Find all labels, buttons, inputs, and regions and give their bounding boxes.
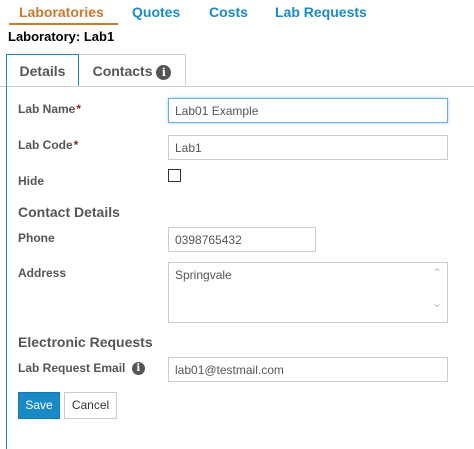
- lab-code-label: Lab Code*: [18, 138, 78, 152]
- phone-input[interactable]: [168, 227, 316, 252]
- lab-request-email-label-text: Lab Request Email: [18, 361, 126, 375]
- contact-details-heading: Contact Details: [18, 204, 120, 220]
- scroll-down-icon[interactable]: ⌄: [429, 296, 445, 310]
- tab-contacts-label: Contacts: [92, 63, 153, 79]
- nav-lab-requests[interactable]: Lab Requests: [275, 4, 367, 20]
- electronic-requests-heading: Electronic Requests: [18, 334, 153, 350]
- tab-details-label: Details: [19, 63, 66, 79]
- address-label: Address: [18, 266, 67, 280]
- active-nav-indicator: [9, 23, 118, 25]
- panel-border: [6, 86, 7, 449]
- cancel-button[interactable]: Cancel: [64, 392, 117, 419]
- page-title: Laboratory: Lab1: [8, 29, 115, 44]
- hide-checkbox[interactable]: [168, 169, 181, 182]
- address-scrollbar[interactable]: ⌃ ⌄: [429, 266, 445, 318]
- lab-request-email-label: Lab Request Email i: [18, 361, 145, 376]
- lab-name-label: Lab Name*: [18, 102, 81, 116]
- top-navigation: Laboratories Quotes Costs Lab Requests: [0, 0, 474, 26]
- nav-costs[interactable]: Costs: [209, 4, 248, 20]
- info-icon[interactable]: i: [131, 362, 145, 376]
- address-textarea[interactable]: [168, 262, 448, 323]
- tab-divider: [0, 86, 474, 87]
- scroll-up-icon[interactable]: ⌃: [429, 266, 445, 280]
- required-marker: *: [76, 102, 82, 116]
- required-marker: *: [73, 138, 79, 152]
- lab-request-email-input[interactable]: [168, 357, 448, 382]
- nav-quotes[interactable]: Quotes: [132, 4, 180, 20]
- hide-label: Hide: [18, 174, 45, 188]
- lab-name-label-text: Lab Name: [18, 102, 76, 116]
- nav-laboratories[interactable]: Laboratories: [19, 4, 104, 20]
- tab-bar: Details Contacts i: [6, 54, 474, 87]
- lab-code-label-text: Lab Code: [18, 138, 73, 152]
- tab-contacts[interactable]: Contacts i: [79, 54, 186, 85]
- lab-name-input[interactable]: [168, 98, 448, 123]
- info-icon[interactable]: i: [156, 64, 172, 80]
- lab-code-input[interactable]: [168, 135, 448, 160]
- phone-label: Phone: [18, 231, 55, 245]
- save-button[interactable]: Save: [18, 392, 60, 419]
- tab-details[interactable]: Details: [6, 54, 79, 87]
